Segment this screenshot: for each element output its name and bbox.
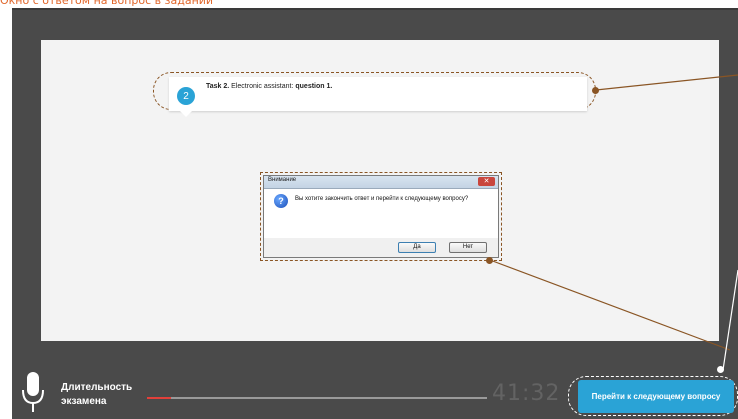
exam-timer: 41:32 [492,381,561,406]
task-number-badge: 2 [177,87,195,105]
next-question-button[interactable]: Перейти к следующему вопросу [578,380,734,413]
task-subtitle: Electronic assistant: [231,83,294,90]
duration-label: Длительность экзамена [61,382,133,407]
exam-progress-bar [147,397,487,399]
question-icon: ? [274,194,288,208]
dialog-message: Вы хотите закончить ответ и перейти к сл… [295,196,469,202]
confirm-dialog: Внимание ✕ ? Вы хотите закончить ответ и… [263,175,499,258]
task-callout-dot [592,87,599,94]
task-title: Task 2. [206,83,230,90]
yes-button[interactable]: Да [398,242,436,253]
top-caption: Окно с ответом на вопрос в задании [0,0,214,7]
dialog-callout-dot [486,257,493,264]
task-card-tail [180,111,192,117]
task-question: question 1. [295,83,333,90]
next-callout-dot [717,366,724,373]
dialog-title: Внимание [268,177,297,183]
dialog-titlebar: Внимание ✕ [264,176,498,189]
microphone-icon [22,372,44,412]
close-icon[interactable]: ✕ [478,177,495,186]
frame-edge [12,8,738,10]
no-button[interactable]: Нет [449,242,487,253]
task-heading: Task 2. Electronic assistant: question 1… [206,83,332,90]
exam-progress-fill [147,397,171,399]
